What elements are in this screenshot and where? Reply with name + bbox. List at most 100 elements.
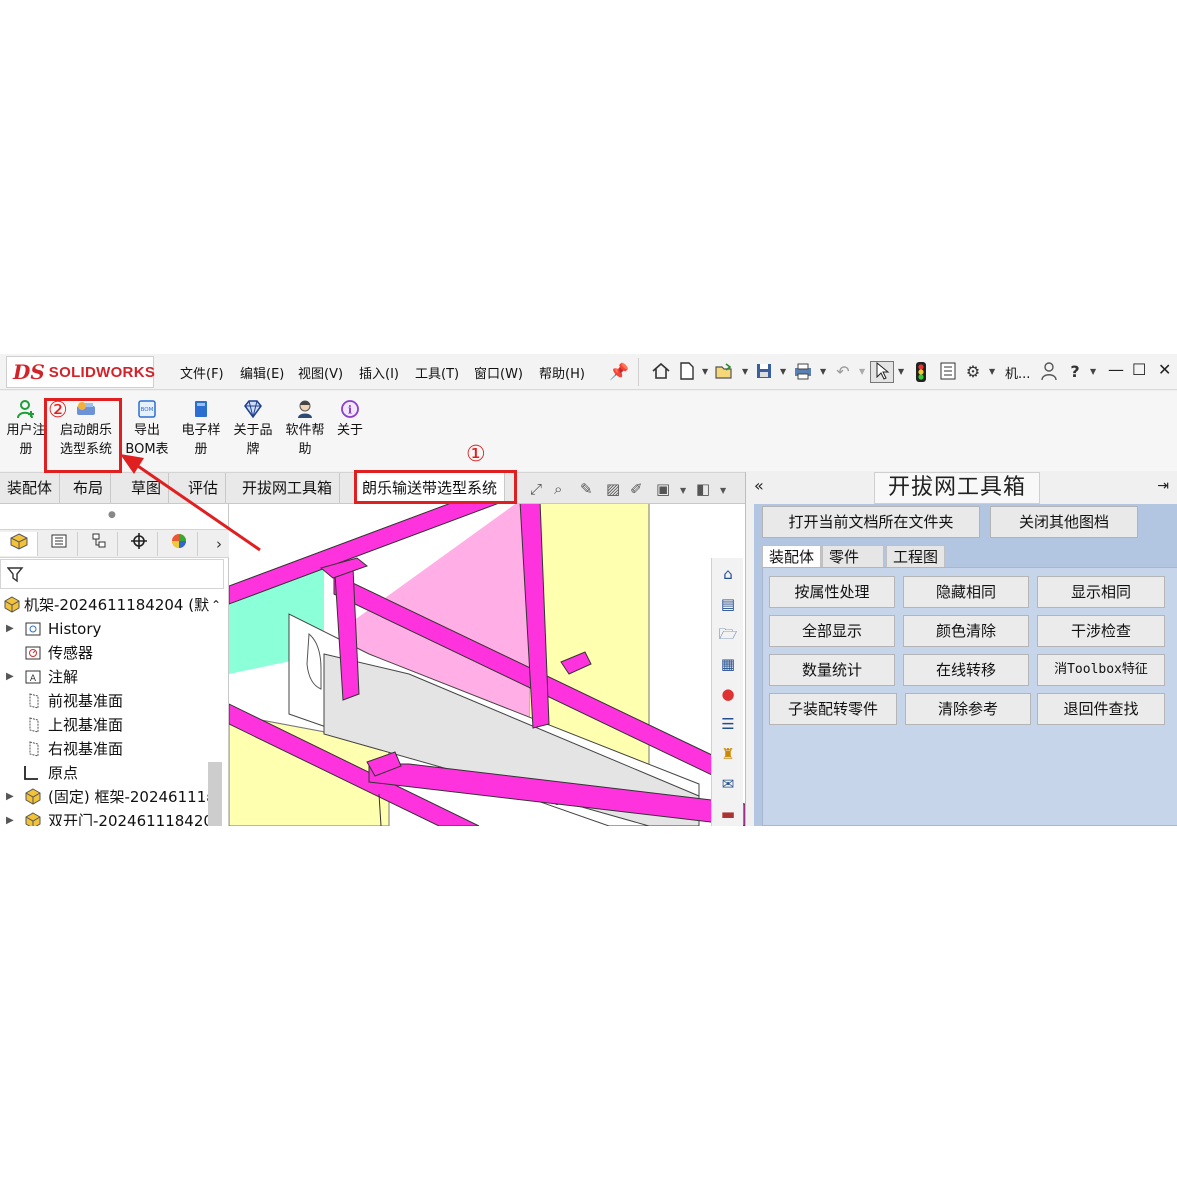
- show-same-button[interactable]: 显示相同: [1037, 576, 1165, 608]
- appearances-icon[interactable]: ●: [716, 682, 740, 706]
- tab-assembly[interactable]: 装配体: [0, 473, 61, 504]
- graphics-area[interactable]: [229, 504, 745, 826]
- tab-layout[interactable]: 布局: [66, 473, 112, 504]
- menu-window[interactable]: 窗口(W): [474, 363, 523, 382]
- tab-drawing[interactable]: 工程图: [886, 545, 946, 567]
- menu-edit[interactable]: 编辑(E): [240, 363, 284, 382]
- zoom-to-fit-icon[interactable]: ⤢: [530, 480, 542, 498]
- collapse-pane-icon[interactable]: «: [754, 476, 764, 495]
- software-help-button[interactable]: 软件帮 助: [282, 399, 328, 459]
- help-icon[interactable]: ?: [1064, 361, 1086, 383]
- pin-icon[interactable]: ⇥: [1157, 478, 1169, 494]
- menu-view[interactable]: 视图(V): [298, 363, 343, 382]
- select-icon[interactable]: [870, 361, 894, 383]
- expand-icon[interactable]: ▶: [6, 665, 14, 689]
- display-style-icon[interactable]: ◧: [696, 480, 710, 498]
- design-library-icon[interactable]: ▤: [716, 592, 740, 616]
- expand-icon[interactable]: ▶: [6, 785, 14, 809]
- solidworks-resources-icon[interactable]: ⌂: [716, 562, 740, 586]
- show-all-button[interactable]: 全部显示: [769, 615, 895, 647]
- chevron-down-icon[interactable]: ▼: [780, 367, 786, 376]
- chevron-down-icon[interactable]: ▼: [820, 367, 826, 376]
- software-help-label-2: 助: [298, 442, 312, 457]
- feature-tree-root-label: 机架-2024611184204 (默: [24, 596, 210, 614]
- interference-check-button[interactable]: 干涉检查: [1037, 615, 1165, 647]
- feature-filter[interactable]: [0, 559, 224, 589]
- new-document-icon[interactable]: [676, 361, 698, 383]
- chevron-down-icon[interactable]: ▼: [859, 367, 865, 376]
- task-pane-tabs: ⌂ ▤ 🗁 ▦ ● ☰ ♜ ✉ ▬: [711, 558, 743, 826]
- online-transfer-button[interactable]: 在线转移: [903, 654, 1029, 686]
- property-manager-tab-icon[interactable]: [40, 532, 78, 556]
- search-commands-label[interactable]: 机...: [1005, 363, 1030, 382]
- returned-part-search-button[interactable]: 退回件查找: [1037, 693, 1165, 725]
- toolbox-folder-icon[interactable]: ▬: [716, 802, 740, 826]
- menu-file[interactable]: 文件(F): [180, 363, 224, 382]
- pin-icon[interactable]: 📌: [608, 361, 630, 383]
- solidworks-logo[interactable]: DS SOLIDWORKS: [6, 356, 155, 388]
- tree-item-label: 传感器: [48, 644, 94, 662]
- feature-tree-root[interactable]: 机架-2024611184204 (默 ⌃: [0, 593, 229, 617]
- expand-icon[interactable]: ▶: [6, 617, 14, 641]
- chevron-down-icon[interactable]: ▼: [989, 367, 995, 376]
- undo-icon[interactable]: ↶: [832, 361, 854, 383]
- annotation-arrow: [120, 454, 261, 552]
- open-document-folder-button[interactable]: 打开当前文档所在文件夹: [762, 506, 980, 538]
- menu-help[interactable]: 帮助(H): [539, 363, 585, 382]
- tree-item-frame-component[interactable]: ▶ (固定) 框架-20246111ε: [0, 785, 208, 809]
- chevron-down-icon[interactable]: ▼: [898, 367, 904, 376]
- clear-references-button[interactable]: 清除参考: [905, 693, 1031, 725]
- print-icon[interactable]: [792, 361, 814, 383]
- view-palette-icon[interactable]: ▦: [716, 652, 740, 676]
- tree-item-label: 上视基准面: [48, 716, 124, 734]
- plane-icon: [24, 740, 42, 758]
- chevron-down-icon[interactable]: ▼: [680, 486, 686, 495]
- zoom-area-icon[interactable]: ⌕: [554, 480, 562, 498]
- chevron-down-icon[interactable]: ▼: [720, 486, 726, 495]
- close-other-documents-button[interactable]: 关闭其他图档: [990, 506, 1138, 538]
- remove-toolbox-feature-button[interactable]: 消Toolbox特征: [1037, 654, 1165, 686]
- task-pane: « 开拔网工具箱 ⇥ 打开当前文档所在文件夹 关闭其他图档 装配体 零件 工程图…: [745, 472, 1177, 826]
- tree-item-double-door-component[interactable]: ▶ 双开门-202461118420: [0, 809, 208, 826]
- view-orientation-icon[interactable]: ▣: [656, 480, 670, 498]
- dynamic-annotation-icon[interactable]: ✐: [630, 480, 643, 498]
- file-properties-icon[interactable]: [937, 361, 959, 383]
- home-icon[interactable]: [650, 361, 672, 383]
- process-by-property-button[interactable]: 按属性处理: [769, 576, 895, 608]
- save-icon[interactable]: [753, 361, 775, 383]
- about-button[interactable]: i 关于: [332, 399, 368, 440]
- toolbox-icon[interactable]: ♜: [716, 742, 740, 766]
- hide-same-button[interactable]: 隐藏相同: [903, 576, 1029, 608]
- previous-view-icon[interactable]: ✎: [580, 480, 593, 498]
- clear-color-button[interactable]: 颜色清除: [903, 615, 1029, 647]
- tab-assembly[interactable]: 装配体: [762, 545, 822, 567]
- close-icon[interactable]: ✕: [1158, 360, 1171, 379]
- feature-tree-scrollbar[interactable]: [208, 762, 222, 826]
- chevron-up-icon[interactable]: ⌃: [211, 593, 221, 617]
- user-icon[interactable]: [1038, 361, 1060, 383]
- step-marker-1: ①: [466, 442, 486, 467]
- user-register-button[interactable]: 用户注 册: [4, 399, 48, 459]
- expand-icon[interactable]: ▶: [6, 809, 14, 826]
- open-icon[interactable]: [713, 361, 735, 383]
- chevron-down-icon[interactable]: ▼: [702, 367, 708, 376]
- section-view-icon[interactable]: ▨: [606, 480, 620, 498]
- menu-tools[interactable]: 工具(T): [415, 363, 459, 382]
- filter-icon[interactable]: [7, 566, 25, 584]
- feature-tree-tab-icon[interactable]: [0, 532, 38, 556]
- tab-part[interactable]: 零件: [822, 545, 884, 567]
- file-explorer-icon[interactable]: 🗁: [716, 622, 740, 646]
- maximize-icon[interactable]: ☐: [1132, 360, 1146, 379]
- chevron-down-icon[interactable]: ▼: [1090, 367, 1096, 376]
- chevron-down-icon[interactable]: ▼: [742, 367, 748, 376]
- part-icon: [24, 812, 42, 826]
- options-icon[interactable]: ⚙: [962, 361, 984, 383]
- custom-properties-icon[interactable]: ☰: [716, 712, 740, 736]
- support-person-icon: [298, 400, 312, 418]
- forum-icon[interactable]: ✉: [716, 772, 740, 796]
- quantity-statistics-button[interactable]: 数量统计: [769, 654, 895, 686]
- subassembly-to-part-button[interactable]: 子装配转零件: [769, 693, 897, 725]
- traffic-light-icon[interactable]: [910, 361, 932, 383]
- minimize-icon[interactable]: —: [1108, 360, 1124, 379]
- menu-insert[interactable]: 插入(I): [359, 363, 399, 382]
